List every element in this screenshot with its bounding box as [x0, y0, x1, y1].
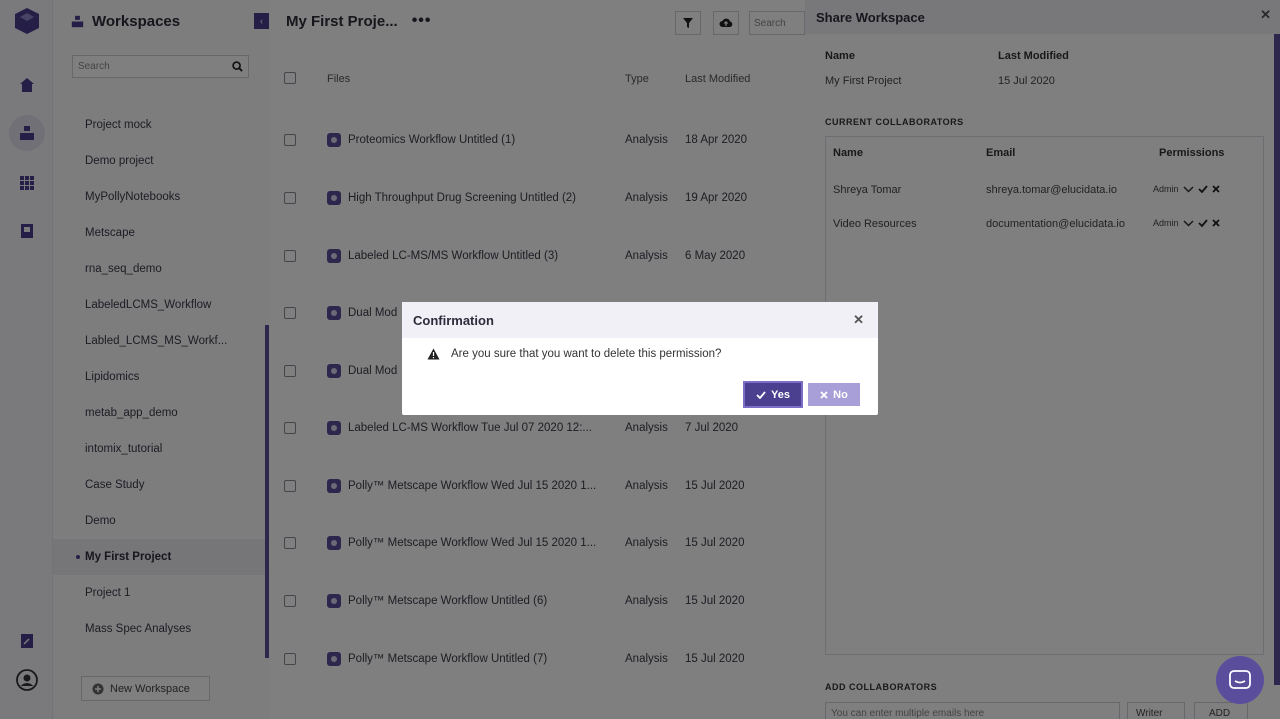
- chat-launcher-button[interactable]: [1216, 656, 1264, 704]
- check-icon: [756, 390, 766, 399]
- no-button[interactable]: No: [808, 383, 860, 406]
- dialog-body: Are you sure that you want to delete thi…: [427, 348, 721, 360]
- chat-icon: [1229, 670, 1251, 689]
- warning-icon: [427, 348, 440, 360]
- confirmation-dialog: Confirmation ✕ Are you sure that you wan…: [402, 302, 878, 415]
- close-icon: [820, 390, 828, 399]
- dialog-title: Confirmation: [413, 312, 494, 328]
- no-label: No: [833, 388, 848, 401]
- dialog-message: Are you sure that you want to delete thi…: [451, 348, 722, 360]
- dialog-header: Confirmation ✕: [402, 302, 878, 338]
- close-icon[interactable]: ✕: [853, 312, 864, 328]
- yes-label: Yes: [771, 388, 790, 401]
- yes-button[interactable]: Yes: [743, 381, 803, 408]
